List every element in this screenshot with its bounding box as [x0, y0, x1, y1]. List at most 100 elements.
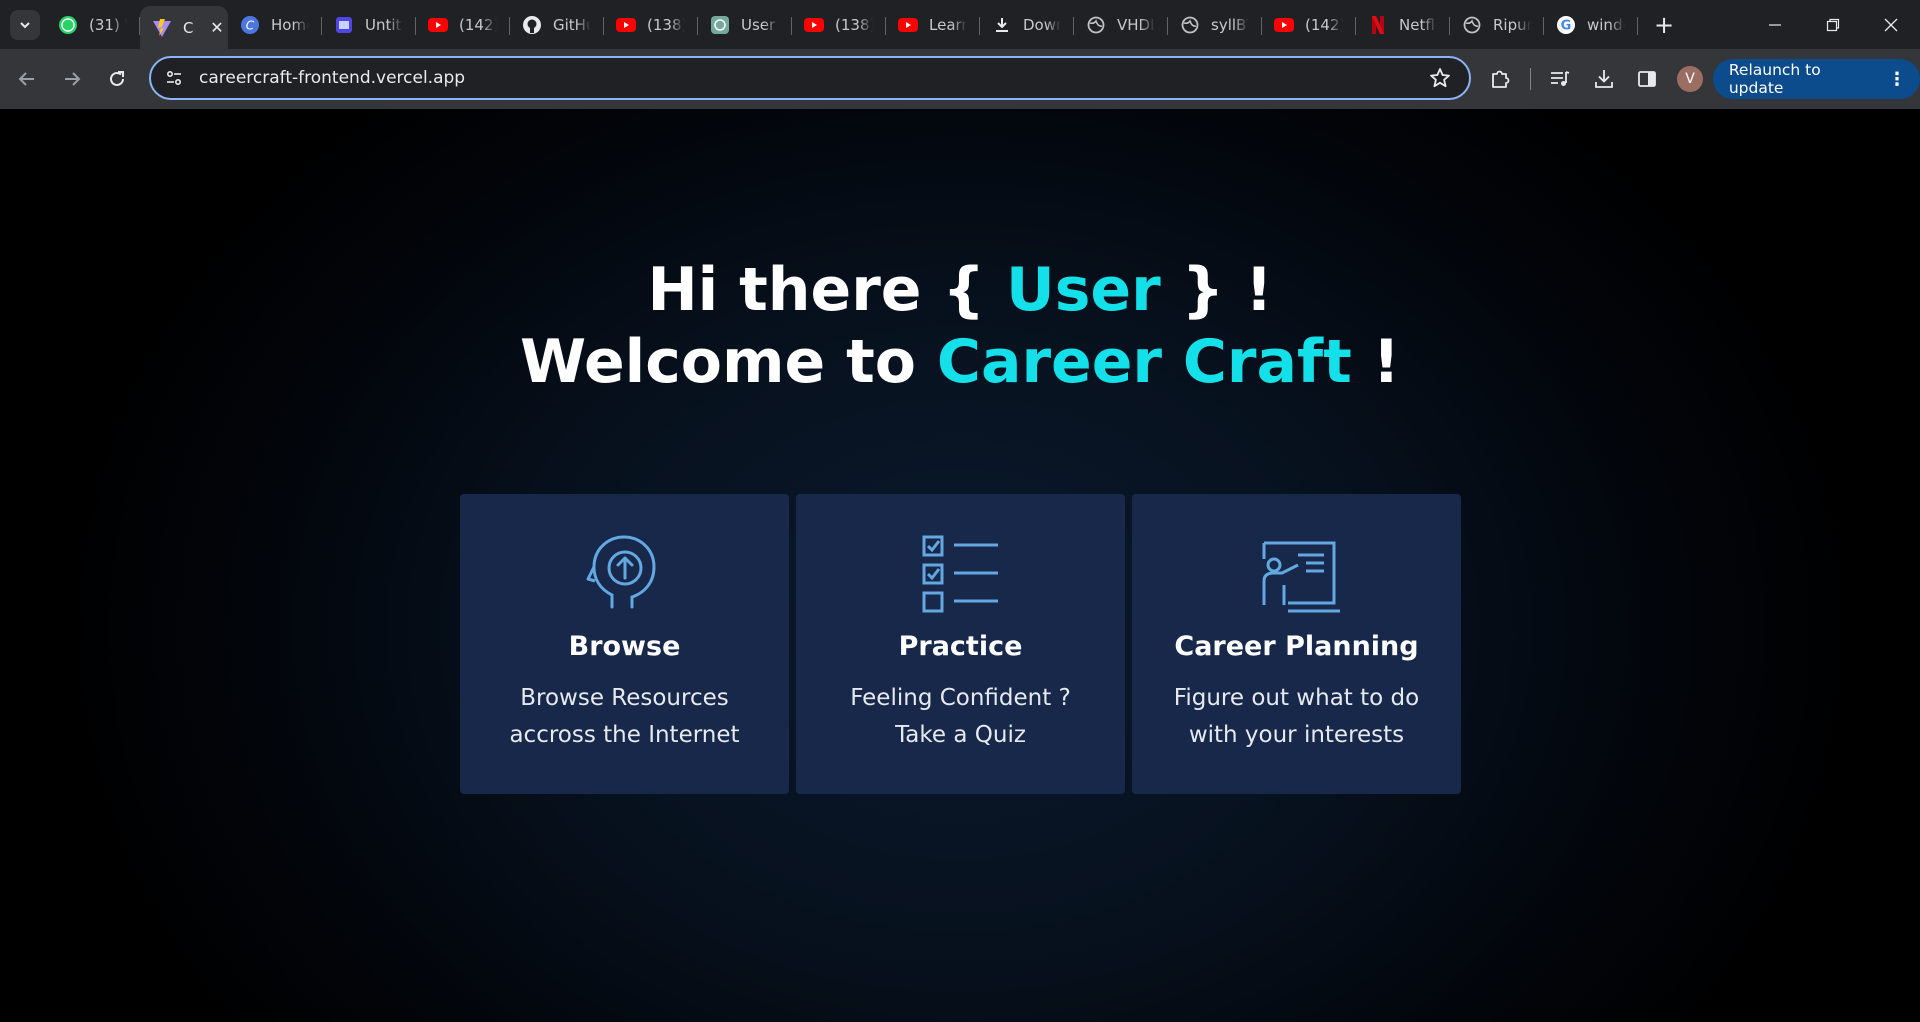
tab-career-craft[interactable]: C ✕ — [140, 6, 228, 49]
plus-icon: + — [1653, 11, 1675, 39]
svg-text:C: C — [246, 18, 255, 32]
tab-youtube[interactable]: Learn — [886, 0, 980, 49]
page-content: Hi there { User } ! Welcome to Career Cr… — [0, 109, 1920, 1022]
download-icon — [1594, 70, 1613, 88]
tab-youtube[interactable]: (142) — [1262, 0, 1356, 49]
youtube-icon — [898, 15, 918, 35]
arrow-left-icon — [18, 72, 34, 86]
tab-youtube[interactable]: (138) — [604, 0, 698, 49]
tab-title: VHDL — [1117, 15, 1155, 34]
user-name: User — [1005, 255, 1161, 325]
url-text[interactable]: careercraft-frontend.vercel.app — [199, 68, 465, 88]
tab-title: Untitled — [365, 15, 403, 34]
head-upload-icon — [586, 535, 656, 609]
card-title: Browse — [568, 631, 681, 662]
card-desc-line: Browse Resources — [520, 685, 729, 711]
toolbar-actions: V Relaunch to update ⋮ — [1482, 59, 1920, 99]
queue-music-icon — [1551, 71, 1570, 86]
tab-title: (142) — [1305, 15, 1343, 34]
tab-youtube[interactable]: (142) — [416, 0, 510, 49]
tab-downloads[interactable]: Down — [980, 0, 1074, 49]
tab-github[interactable]: GitHub — [510, 0, 604, 49]
site-settings-icon[interactable] — [163, 67, 185, 89]
bookmark-star-icon[interactable] — [1429, 67, 1451, 89]
relaunch-label: Relaunch to update — [1728, 61, 1821, 97]
browser-toolbar: careercraft-frontend.vercel.app V Relaun… — [0, 49, 1920, 109]
presentation-icon — [1262, 541, 1340, 613]
tab-chatgpt[interactable]: User — [698, 0, 792, 49]
globe-icon — [1180, 15, 1200, 35]
practice-card[interactable]: Practice Feeling Confident ? Take a Quiz — [796, 494, 1125, 794]
tab-title: User — [741, 15, 776, 34]
tab-ripur[interactable]: Ripur — [1450, 0, 1544, 49]
restore-button[interactable] — [1804, 0, 1862, 49]
canva-icon: C — [240, 15, 260, 35]
career-planning-card[interactable]: Career Planning Figure out what to do wi… — [1132, 494, 1461, 794]
extensions-button[interactable] — [1482, 61, 1518, 97]
tab-whatsapp[interactable]: (31) W — [46, 0, 140, 49]
welcome-line: Welcome to Career Craft ! — [0, 326, 1920, 398]
tab-google[interactable]: G windo — [1544, 0, 1638, 49]
tab-title: C — [183, 18, 194, 37]
new-tab-button[interactable]: + — [1646, 7, 1682, 43]
minimize-button[interactable] — [1746, 0, 1804, 49]
puzzle-icon — [1491, 70, 1510, 88]
browse-card[interactable]: Browse Browse Resources accross the Inte… — [460, 494, 789, 794]
welcome-suffix: ! — [1351, 327, 1401, 397]
youtube-icon — [1274, 15, 1294, 35]
tab-title: syllBT — [1211, 15, 1249, 34]
forward-button[interactable] — [54, 61, 90, 97]
brand-name: Career Craft — [936, 327, 1352, 397]
tab-title: (31) W — [89, 15, 127, 34]
netflix-icon — [1368, 15, 1388, 35]
vite-icon — [152, 18, 172, 38]
tab-title: Home — [271, 15, 309, 34]
tab-list: (31) W C ✕ C Home Untitled (142) — [46, 0, 1682, 49]
address-bar[interactable]: careercraft-frontend.vercel.app — [149, 56, 1471, 100]
tab-title: Learn — [929, 15, 967, 34]
card-title: Career Planning — [1174, 631, 1419, 662]
more-vert-icon[interactable]: ⋮ — [1888, 69, 1906, 90]
youtube-icon — [804, 15, 824, 35]
avatar[interactable]: V — [1677, 66, 1703, 92]
relaunch-button[interactable]: Relaunch to update ⋮ — [1712, 59, 1920, 99]
minimize-icon — [1769, 23, 1781, 26]
svg-text:G: G — [1561, 18, 1572, 33]
tab-youtube[interactable]: (138) — [792, 0, 886, 49]
document-icon — [334, 15, 354, 35]
arrow-right-icon — [65, 72, 81, 86]
card-desc-line: accross the Internet — [509, 722, 740, 748]
reload-icon — [110, 71, 124, 86]
close-icon[interactable]: ✕ — [208, 18, 226, 37]
tab-vhdl[interactable]: VHDL — [1074, 0, 1168, 49]
tab-title: Netflix — [1399, 15, 1437, 34]
card-description: Browse Resources accross the Internet — [509, 680, 739, 754]
tab-title: (138) — [835, 15, 873, 34]
globe-icon — [1086, 15, 1106, 35]
toolbar-divider — [1529, 68, 1531, 90]
side-panel-icon — [1638, 71, 1657, 87]
page-title: Hi there { User } ! Welcome to Career Cr… — [0, 254, 1920, 398]
card-desc-line: with your interests — [1188, 722, 1405, 748]
greeting-suffix: } ! — [1160, 255, 1273, 325]
tab-untitled[interactable]: Untitled — [322, 0, 416, 49]
greeting-line: Hi there { User } ! — [0, 254, 1920, 326]
downloads-button[interactable] — [1586, 61, 1622, 97]
card-description: Figure out what to do with your interest… — [1174, 680, 1419, 754]
reload-button[interactable] — [99, 61, 135, 97]
close-window-button[interactable] — [1862, 0, 1920, 49]
tab-canva[interactable]: C Home — [228, 0, 322, 49]
card-description: Feeling Confident ? Take a Quiz — [850, 680, 1071, 754]
tab-search-button[interactable] — [10, 10, 40, 40]
download-icon — [992, 15, 1012, 35]
feature-cards: Browse Browse Resources accross the Inte… — [460, 494, 1461, 794]
welcome-prefix: Welcome to — [519, 327, 937, 397]
back-button[interactable] — [9, 61, 45, 97]
tab-netflix[interactable]: Netflix — [1356, 0, 1450, 49]
tab-title: (142) — [459, 15, 497, 34]
side-panel-button[interactable] — [1630, 61, 1666, 97]
tab-syllbt[interactable]: syllBT — [1168, 0, 1262, 49]
tab-title: Ripur — [1493, 15, 1531, 34]
chevron-down-icon — [20, 22, 30, 29]
media-controls-button[interactable] — [1543, 61, 1579, 97]
